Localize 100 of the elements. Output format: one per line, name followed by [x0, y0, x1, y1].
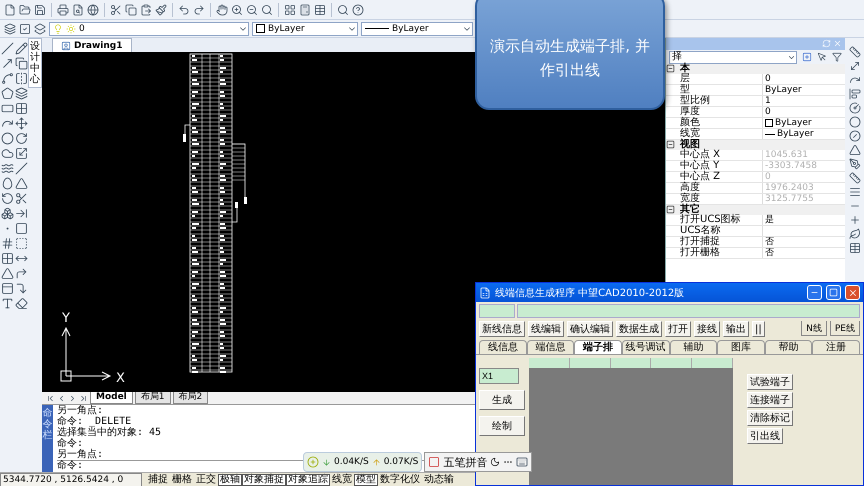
layout-tab[interactable]: 布局2: [172, 392, 208, 404]
collapse-icon[interactable]: [666, 64, 675, 73]
redo-icon[interactable]: [193, 4, 205, 16]
trim-icon[interactable]: [14, 192, 28, 205]
tab[interactable]: 端信息: [526, 340, 574, 354]
tab[interactable]: 注册: [812, 340, 860, 354]
layers-icon[interactable]: [14, 87, 28, 100]
printer-icon[interactable]: [57, 4, 69, 16]
minimize-button[interactable]: [807, 285, 822, 300]
triangle-icon[interactable]: [848, 144, 860, 156]
action-button[interactable]: 连接端子: [747, 392, 793, 408]
add-icon[interactable]: [802, 52, 812, 62]
calculator-icon[interactable]: [299, 4, 311, 16]
grid-icon[interactable]: [0, 252, 14, 265]
command-input[interactable]: 命令:: [57, 461, 84, 471]
pointer-icon[interactable]: [817, 52, 827, 62]
rotate-icon[interactable]: [14, 132, 28, 145]
cloud-icon[interactable]: [0, 147, 14, 160]
input-method-label[interactable]: 五笔拼音: [443, 454, 488, 470]
toolbar-button[interactable]: 线编辑: [528, 321, 564, 337]
copy-icon[interactable]: [125, 4, 137, 16]
layer-dropdown[interactable]: 0: [49, 22, 249, 36]
status-toggle[interactable]: 正交: [194, 474, 218, 486]
scale-icon[interactable]: [14, 147, 28, 160]
zoom-in-icon[interactable]: [231, 4, 243, 16]
checkbox-icon[interactable]: [19, 22, 31, 34]
action-button[interactable]: 清除标记: [747, 410, 793, 426]
diagonal-icon[interactable]: [848, 60, 860, 72]
last-icon[interactable]: [79, 394, 88, 402]
wave-icon[interactable]: [0, 162, 14, 175]
search-icon[interactable]: [337, 4, 349, 16]
extend-icon[interactable]: [14, 207, 28, 220]
keyboard-icon[interactable]: [516, 456, 528, 468]
preview-icon[interactable]: [72, 4, 84, 16]
leaf-icon[interactable]: [848, 228, 860, 240]
action-button[interactable]: 生成: [479, 390, 525, 410]
table-icon[interactable]: [848, 242, 860, 254]
fillet-icon[interactable]: [14, 282, 28, 295]
side-tab[interactable]: PE线: [830, 321, 860, 336]
pentagon-icon[interactable]: [0, 87, 14, 100]
action-button[interactable]: 绘制: [479, 416, 525, 436]
status-toggle[interactable]: 线宽: [330, 474, 354, 486]
plus-icon[interactable]: [848, 214, 860, 226]
globe-icon[interactable]: [87, 4, 99, 16]
down-arrow-icon[interactable]: [322, 458, 331, 466]
triangle-icon[interactable]: [14, 177, 28, 190]
triangle-icon[interactable]: [0, 267, 14, 280]
status-toggle[interactable]: 动态输: [422, 474, 456, 486]
tab[interactable]: 端子排: [574, 340, 622, 354]
status-toggle[interactable]: 捕捉: [146, 474, 170, 486]
name-input[interactable]: X1: [479, 368, 519, 384]
app-icon[interactable]: [479, 286, 491, 298]
paste-icon[interactable]: [140, 4, 152, 16]
layers-icon[interactable]: [4, 22, 16, 34]
brush-icon[interactable]: [155, 4, 167, 16]
moon-icon[interactable]: [490, 457, 500, 467]
linetype-dropdown[interactable]: ByLayer: [361, 22, 473, 36]
collapse-icon[interactable]: [666, 205, 675, 214]
status-toggle[interactable]: 栅格: [170, 474, 194, 486]
tab[interactable]: 辅助: [670, 340, 718, 354]
ruler-icon[interactable]: [848, 172, 860, 184]
previous-icon[interactable]: [57, 394, 66, 402]
ray-icon[interactable]: [0, 57, 14, 70]
color-dropdown[interactable]: ByLayer: [252, 22, 358, 36]
window-icon[interactable]: [0, 282, 14, 295]
filter-icon[interactable]: [832, 52, 842, 62]
rectangle-icon[interactable]: [0, 102, 14, 115]
action-button[interactable]: 试验端子: [747, 374, 793, 390]
ruler-icon[interactable]: [848, 46, 860, 58]
document-tab[interactable]: Drawing1: [52, 38, 132, 52]
close-button[interactable]: [845, 285, 860, 300]
eraser-icon[interactable]: [14, 297, 28, 310]
line-icon[interactable]: [14, 162, 28, 175]
layout-tab[interactable]: Model: [90, 392, 133, 404]
first-icon[interactable]: [46, 394, 55, 402]
side-tab[interactable]: N线: [801, 321, 827, 336]
new-file-icon[interactable]: [4, 4, 16, 16]
ime-logo-icon[interactable]: [428, 456, 440, 468]
circle-icon[interactable]: [848, 116, 860, 128]
toolbar-button[interactable]: 数据生成: [616, 321, 662, 337]
curve-icon[interactable]: [0, 72, 14, 85]
tab[interactable]: 线号调试: [622, 340, 670, 354]
status-toggle[interactable]: 数字化仪: [378, 474, 422, 486]
slashed-circle-icon[interactable]: [848, 130, 860, 142]
pen-icon[interactable]: [848, 158, 860, 170]
side-tab[interactable]: 设计中心: [28, 38, 42, 88]
toolbar-button[interactable]: 接线: [694, 321, 720, 337]
array-icon[interactable]: [14, 102, 28, 115]
collapse-icon[interactable]: [666, 140, 675, 149]
drawing-icon[interactable]: [61, 40, 71, 50]
pencil-icon[interactable]: [14, 42, 28, 55]
zoom-out-icon[interactable]: [246, 4, 258, 16]
next-icon[interactable]: [68, 394, 77, 402]
circle-icon[interactable]: [0, 132, 14, 145]
toolbar-button[interactable]: ||: [752, 321, 765, 337]
maximize-button[interactable]: [826, 285, 841, 300]
copy-icon[interactable]: [14, 57, 28, 70]
layers-icon[interactable]: [34, 22, 46, 34]
undo-icon[interactable]: [178, 4, 190, 16]
help-icon[interactable]: [352, 4, 364, 16]
